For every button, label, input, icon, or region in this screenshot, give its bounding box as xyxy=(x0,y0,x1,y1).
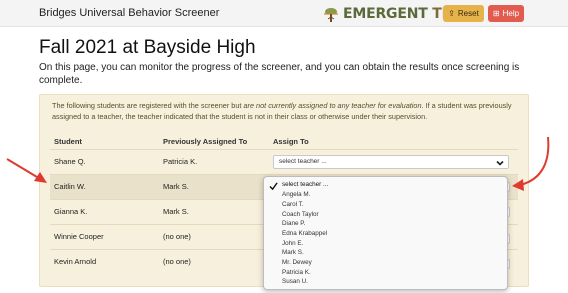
dropdown-option[interactable]: Angela M. xyxy=(282,191,310,198)
header-student: Student xyxy=(54,137,82,146)
left-annotation-arrow xyxy=(6,158,47,183)
top-bar: Bridges Universal Behavior Screener EMER… xyxy=(0,0,568,27)
upload-icon: ⇪ xyxy=(448,9,455,18)
dropdown-option[interactable]: Diane P. xyxy=(282,220,305,227)
header-previous: Previously Assigned To xyxy=(163,137,248,146)
app-title: Bridges Universal Behavior Screener xyxy=(39,7,220,19)
assign-select[interactable]: select teacher ... xyxy=(273,155,509,169)
plus-square-icon: ⊞ xyxy=(492,9,500,18)
previous-teacher: Mark S. xyxy=(163,207,189,216)
student-name: Winnie Cooper xyxy=(54,232,104,241)
student-name: Caitlin W. xyxy=(54,182,86,191)
intro-text: On this page, you can monitor the progre… xyxy=(39,62,520,86)
student-name: Gianna K. xyxy=(54,207,88,216)
previous-teacher: (no one) xyxy=(163,257,191,266)
help-button[interactable]: ⊞ Help xyxy=(488,5,524,22)
page-title: Fall 2021 at Bayside High xyxy=(39,37,256,58)
notice-emphasis: are not currently assigned to any teache… xyxy=(243,101,422,110)
table-row: Shane Q. Patricia K. select teacher ... xyxy=(50,149,518,174)
student-name: Shane Q. xyxy=(54,157,86,166)
logo-text-a: EMERGENT xyxy=(343,6,428,22)
select-value: select teacher ... xyxy=(279,158,327,165)
dropdown-option[interactable]: select teacher ... xyxy=(282,181,328,188)
dropdown-option[interactable]: Mr. Dewey xyxy=(282,259,312,266)
notice-part1: The following students are registered wi… xyxy=(52,101,244,110)
teacher-dropdown-menu[interactable]: select teacher ... Angela M. Carol T. Co… xyxy=(263,176,508,290)
help-label: Help xyxy=(502,9,520,18)
dropdown-option[interactable]: Coach Taylor xyxy=(282,211,319,218)
header-assign: Assign To xyxy=(273,137,309,146)
student-name: Kevin Arnold xyxy=(54,257,97,266)
reset-button[interactable]: ⇪ Reset xyxy=(443,5,484,22)
chevron-down-icon xyxy=(496,160,504,166)
checkmark-icon xyxy=(269,182,278,190)
right-annotation-arrow xyxy=(512,136,550,191)
reset-label: Reset xyxy=(457,9,479,18)
notice-text: The following students are registered wi… xyxy=(52,101,522,122)
dropdown-option[interactable]: Susan U. xyxy=(282,278,308,285)
tree-icon xyxy=(324,8,338,22)
previous-teacher: Mark S. xyxy=(163,182,189,191)
dropdown-option[interactable]: Carol T. xyxy=(282,201,304,208)
previous-teacher: Patricia K. xyxy=(163,157,198,166)
previous-teacher: (no one) xyxy=(163,232,191,241)
dropdown-option[interactable]: John E. xyxy=(282,240,303,247)
dropdown-option[interactable]: Mark S. xyxy=(282,249,304,256)
dropdown-option[interactable]: Patricia K. xyxy=(282,269,311,276)
dropdown-option[interactable]: Edna Krabappel xyxy=(282,230,327,237)
